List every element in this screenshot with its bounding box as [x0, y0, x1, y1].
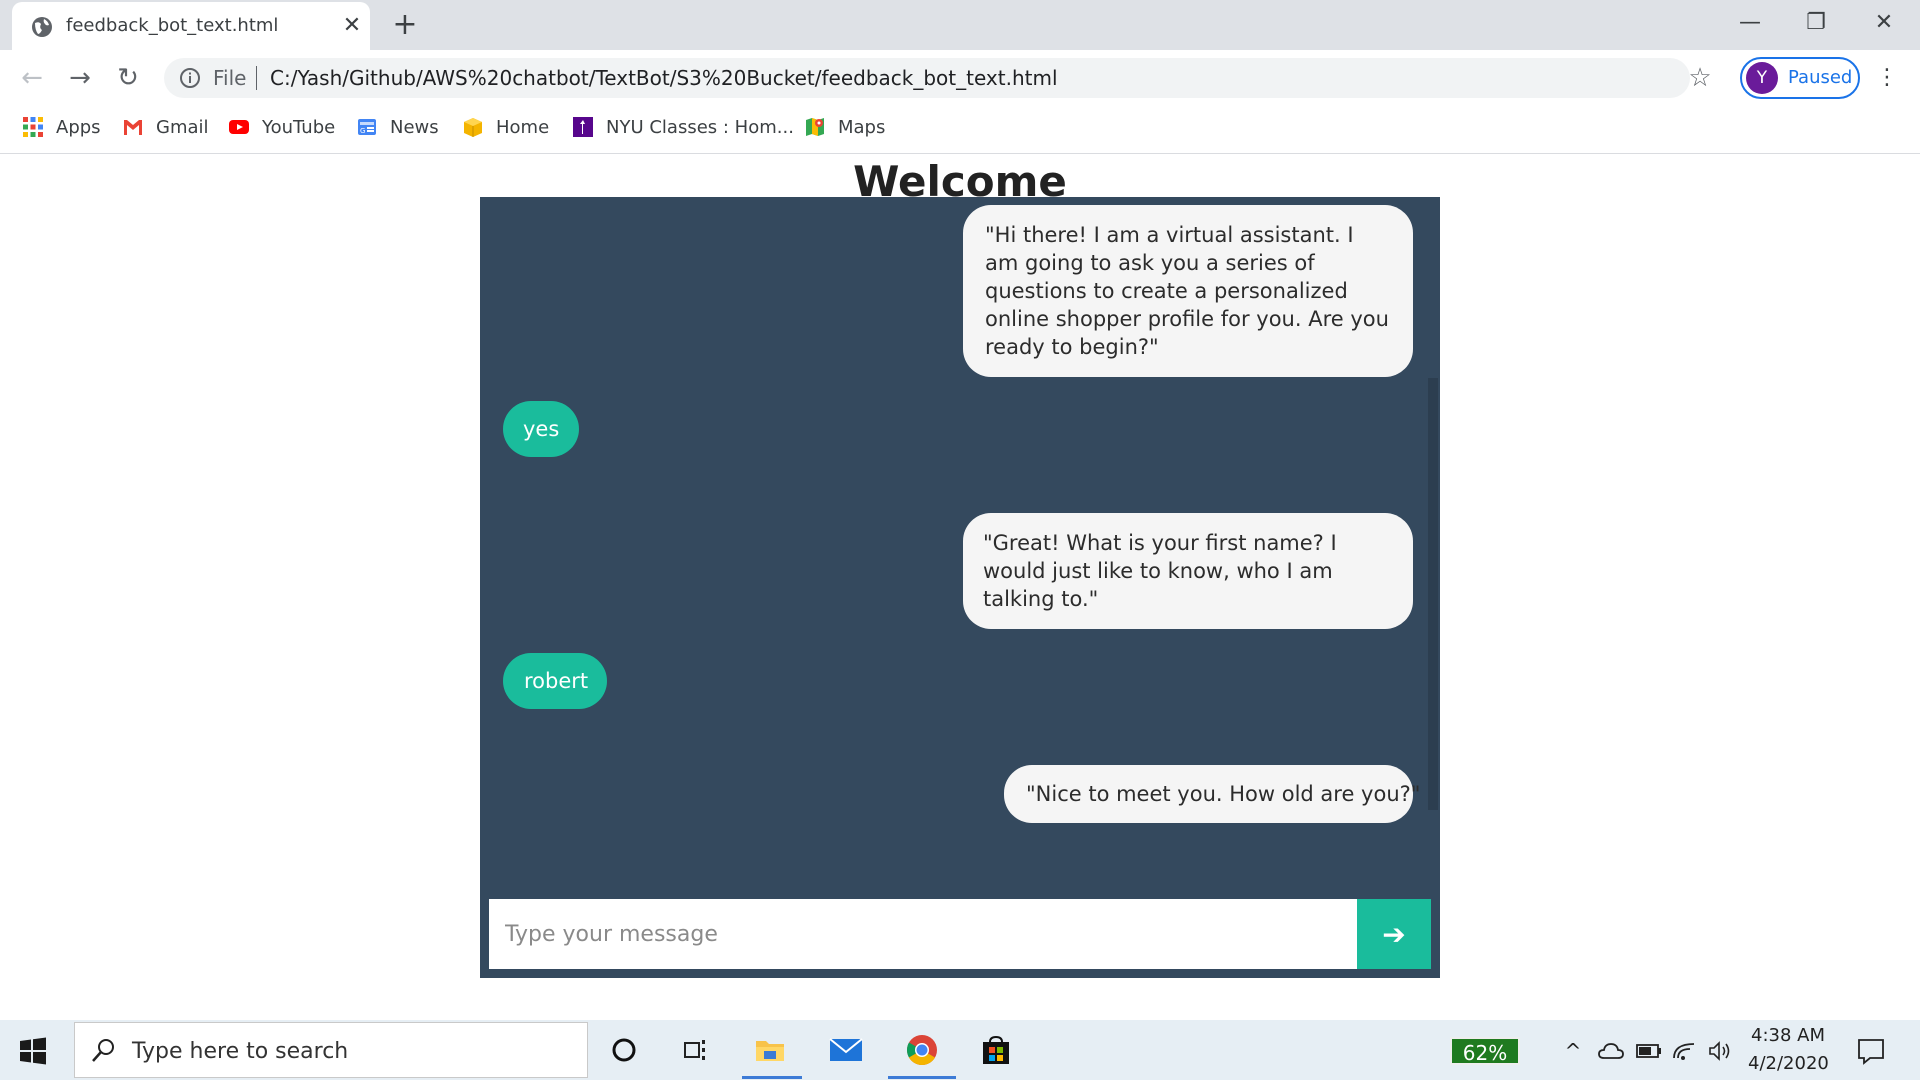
bookmark-label: NYU Classes : Hom...: [606, 116, 794, 138]
cortana-icon[interactable]: [606, 1032, 642, 1068]
arrow-right-icon: ➔: [1382, 917, 1406, 951]
apps-grid-icon: [23, 117, 43, 137]
message-text: "Hi there! I am a virtual assistant. I a…: [985, 223, 1389, 359]
bot-message: "Nice to meet you. How old are you?": [1004, 765, 1420, 823]
user-message: robert: [503, 653, 607, 709]
chat-scrollbar[interactable]: [1428, 378, 1438, 810]
restore-icon[interactable]: ❐: [1796, 8, 1836, 38]
clock-date[interactable]: 4/2/2020: [1748, 1052, 1829, 1076]
taskbar-search-placeholder[interactable]: Type here to search: [132, 1038, 348, 1066]
globe-icon: [32, 17, 52, 37]
notification-icon[interactable]: [1856, 1036, 1886, 1066]
volume-icon[interactable]: [1706, 1037, 1736, 1065]
url-text[interactable]: C:/Yash/Github/AWS%20chatbot/TextBot/S3%…: [270, 66, 1058, 90]
bookmark-label: Apps: [56, 116, 101, 138]
store-icon[interactable]: [978, 1032, 1014, 1068]
bookmark-gmail[interactable]: Gmail: [122, 113, 209, 141]
bookmark-label: Gmail: [156, 116, 209, 138]
active-indicator: [742, 1076, 802, 1079]
nyu-icon: [573, 117, 593, 137]
windows-start-icon[interactable]: [18, 1036, 48, 1066]
file-explorer-icon[interactable]: [752, 1032, 788, 1068]
bookmark-label: News: [390, 116, 439, 138]
gmail-icon: [124, 120, 142, 135]
message-text: robert: [524, 669, 589, 693]
avatar[interactable]: Y: [1746, 62, 1778, 94]
window-close-icon[interactable]: ✕: [1864, 8, 1904, 38]
wifi-icon[interactable]: [1670, 1037, 1700, 1065]
bot-message: "Great! What is your first name? I would…: [963, 513, 1413, 629]
address-divider: [256, 66, 257, 90]
reload-icon[interactable]: ↻: [112, 62, 144, 94]
bookmark-label: Home: [496, 116, 550, 138]
tab-close-icon[interactable]: ✕: [340, 14, 364, 38]
maps-icon: [806, 118, 824, 136]
info-icon[interactable]: [178, 66, 202, 90]
bookmark-nyu[interactable]: NYU Classes : Hom...: [572, 113, 794, 141]
bookmark-youtube[interactable]: YouTube: [228, 113, 335, 141]
bookmark-star-icon[interactable]: ☆: [1686, 64, 1714, 92]
battery-percent: 62%: [1450, 1037, 1520, 1065]
bookmark-maps[interactable]: Maps: [804, 113, 885, 141]
bookmark-apps[interactable]: Apps: [22, 113, 101, 141]
chrome-icon[interactable]: [904, 1032, 940, 1068]
youtube-icon: [229, 120, 249, 134]
svg-text:G: G: [360, 127, 365, 135]
bookmark-label: Maps: [838, 116, 886, 138]
browser-tab[interactable]: feedback_bot_text.html ✕: [12, 2, 370, 50]
task-view-icon[interactable]: [678, 1032, 714, 1068]
scheme-label: File: [213, 66, 247, 90]
chevron-up-icon[interactable]: ^: [1560, 1037, 1586, 1065]
minimize-icon[interactable]: —: [1730, 8, 1770, 38]
google-news-icon: G: [358, 119, 376, 135]
bookmark-news[interactable]: G News: [356, 113, 439, 141]
bookmark-label: YouTube: [262, 116, 336, 138]
tab-title: feedback_bot_text.html: [66, 15, 279, 36]
new-tab-icon[interactable]: +: [390, 10, 420, 40]
message-text: "Nice to meet you. How old are you?": [1026, 782, 1421, 806]
active-indicator: [888, 1076, 956, 1079]
bot-message: "Hi there! I am a virtual assistant. I a…: [963, 205, 1413, 377]
message-input[interactable]: [489, 899, 1357, 969]
clock-time[interactable]: 4:38 AM: [1748, 1024, 1828, 1048]
profile-status[interactable]: Paused: [1788, 66, 1852, 90]
user-message: yes: [503, 401, 579, 457]
send-button[interactable]: ➔: [1357, 899, 1431, 969]
message-text: yes: [523, 417, 560, 441]
mail-icon[interactable]: [828, 1032, 864, 1068]
search-icon: [92, 1039, 114, 1062]
battery-icon[interactable]: [1634, 1037, 1664, 1065]
bookmark-home[interactable]: Home: [462, 113, 549, 141]
home-box-icon: [464, 118, 482, 137]
more-menu-icon[interactable]: ⋮: [1876, 64, 1898, 92]
onedrive-icon[interactable]: [1596, 1037, 1626, 1065]
forward-arrow-icon[interactable]: →: [64, 62, 96, 94]
message-text: "Great! What is your first name? I would…: [983, 531, 1337, 611]
back-arrow-icon[interactable]: ←: [16, 62, 48, 94]
